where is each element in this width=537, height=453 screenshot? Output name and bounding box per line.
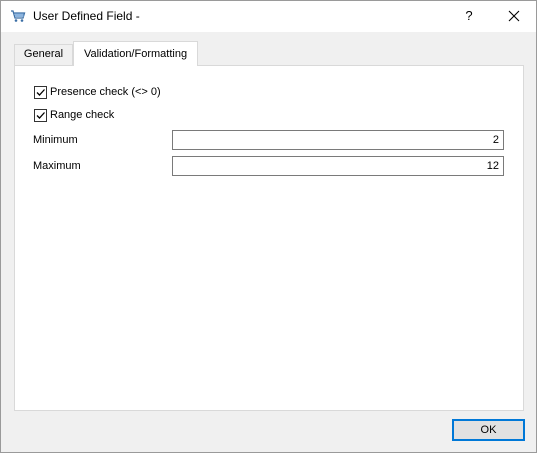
cart-icon (10, 9, 26, 23)
presence-check-label: Presence check (<> 0) (50, 86, 161, 98)
minimum-label: Minimum (33, 134, 78, 146)
help-button[interactable]: ? (449, 1, 489, 31)
maximum-label: Maximum (33, 160, 81, 172)
checkmark-icon (36, 89, 45, 96)
checkmark-icon (36, 112, 45, 119)
window-title: User Defined Field - (33, 9, 140, 23)
range-check-checkbox[interactable] (34, 109, 47, 122)
title-bar[interactable]: User Defined Field - ? (1, 1, 536, 32)
presence-check-checkbox[interactable] (34, 86, 47, 99)
validation-panel: Presence check (<> 0) Range check Minimu… (14, 65, 524, 411)
dialog-window: User Defined Field - ? General Validatio… (0, 0, 537, 453)
presence-check-row[interactable]: Presence check (<> 0) (34, 86, 161, 99)
close-button[interactable] (492, 1, 536, 31)
ok-button[interactable]: OK (452, 419, 525, 441)
tab-validation-formatting[interactable]: Validation/Formatting (73, 41, 198, 66)
range-check-row[interactable]: Range check (34, 109, 114, 122)
minimum-input[interactable] (172, 130, 504, 150)
maximum-input[interactable] (172, 156, 504, 176)
close-icon (508, 10, 520, 22)
tab-general[interactable]: General (14, 44, 73, 65)
range-check-label: Range check (50, 109, 115, 121)
